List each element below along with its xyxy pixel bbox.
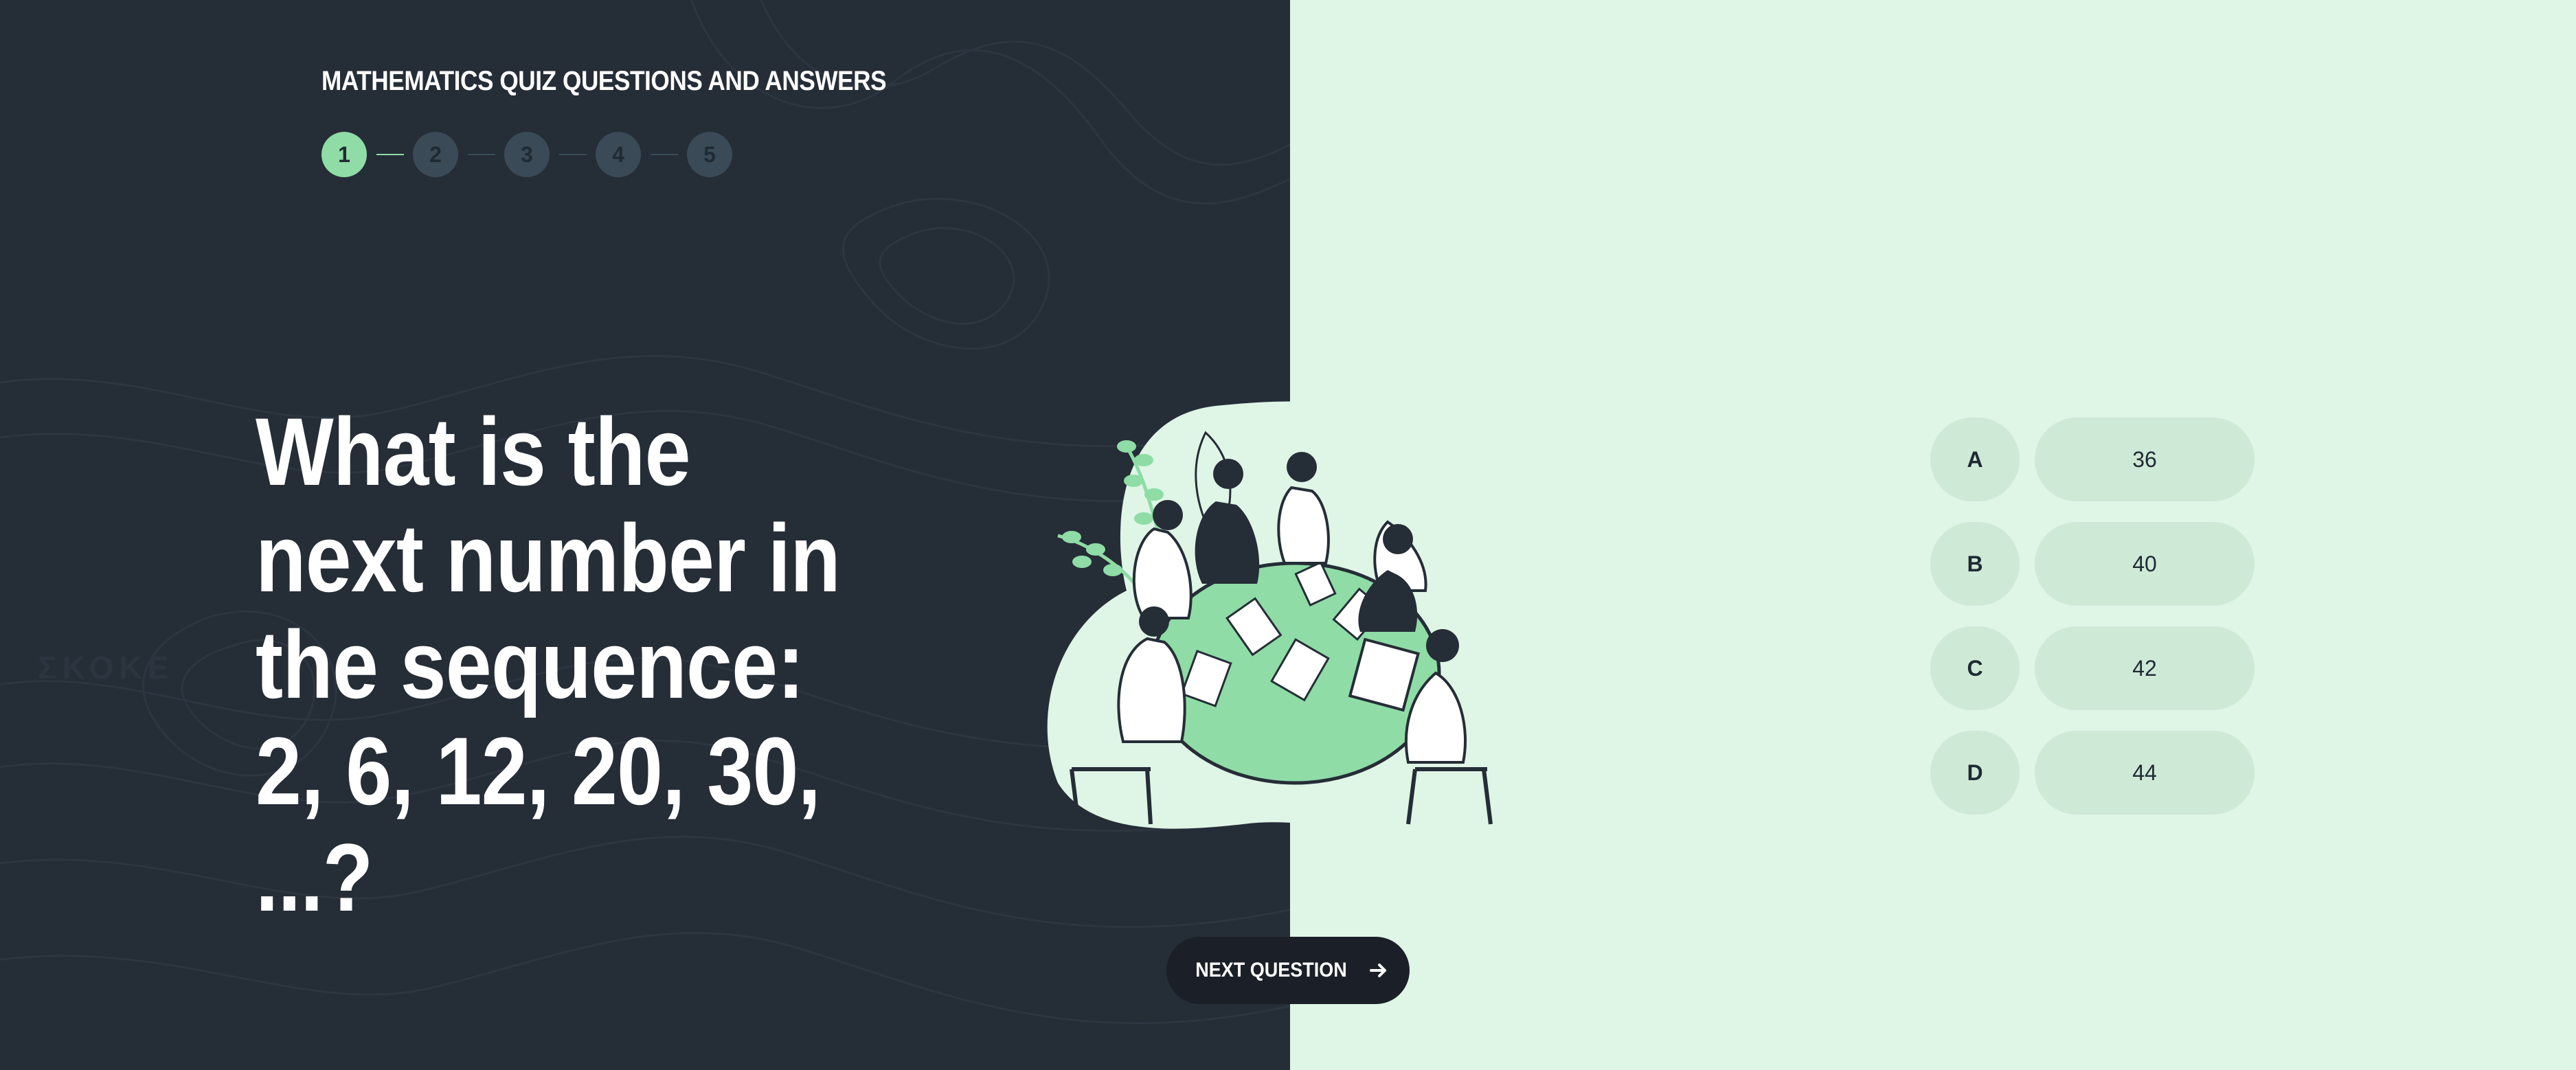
answer-value[interactable]: 44 — [2035, 731, 2255, 815]
question-text: What is the next number in the sequence:… — [256, 398, 841, 931]
answer-value[interactable]: 36 — [2035, 418, 2255, 501]
answer-letter[interactable]: B — [1930, 522, 2020, 606]
quiz-title: MATHEMATICS QUIZ QUESTIONS AND ANSWERS — [321, 66, 887, 96]
step-4[interactable]: 4 — [596, 132, 641, 177]
step-2[interactable]: 2 — [413, 132, 458, 177]
answer-option-d[interactable]: D 44 — [1930, 731, 2255, 815]
step-3[interactable]: 3 — [504, 132, 550, 177]
team-meeting-illustration — [1047, 401, 1493, 831]
answer-option-a[interactable]: A 36 — [1930, 418, 2255, 501]
step-connector — [468, 154, 495, 155]
answer-value[interactable]: 40 — [2035, 522, 2255, 606]
answer-letter[interactable]: D — [1930, 731, 2020, 815]
arrow-right-icon — [1369, 964, 1386, 977]
answer-letter[interactable]: C — [1930, 626, 2020, 710]
answer-option-b[interactable]: B 40 — [1930, 522, 2255, 606]
step-connector — [376, 154, 404, 155]
step-5[interactable]: 5 — [687, 132, 732, 177]
step-connector — [559, 154, 587, 155]
next-question-label: NEXT QUESTION — [1195, 959, 1348, 981]
answer-option-c[interactable]: C 42 — [1930, 626, 2255, 710]
next-question-button[interactable]: NEXT QUESTION — [1166, 937, 1410, 1004]
watermark-text: ΣΚΟΚΕ — [38, 650, 174, 685]
answer-letter[interactable]: A — [1930, 418, 2020, 501]
step-1[interactable]: 1 — [321, 132, 367, 177]
step-connector — [651, 154, 678, 155]
answer-value[interactable]: 42 — [2035, 626, 2255, 710]
